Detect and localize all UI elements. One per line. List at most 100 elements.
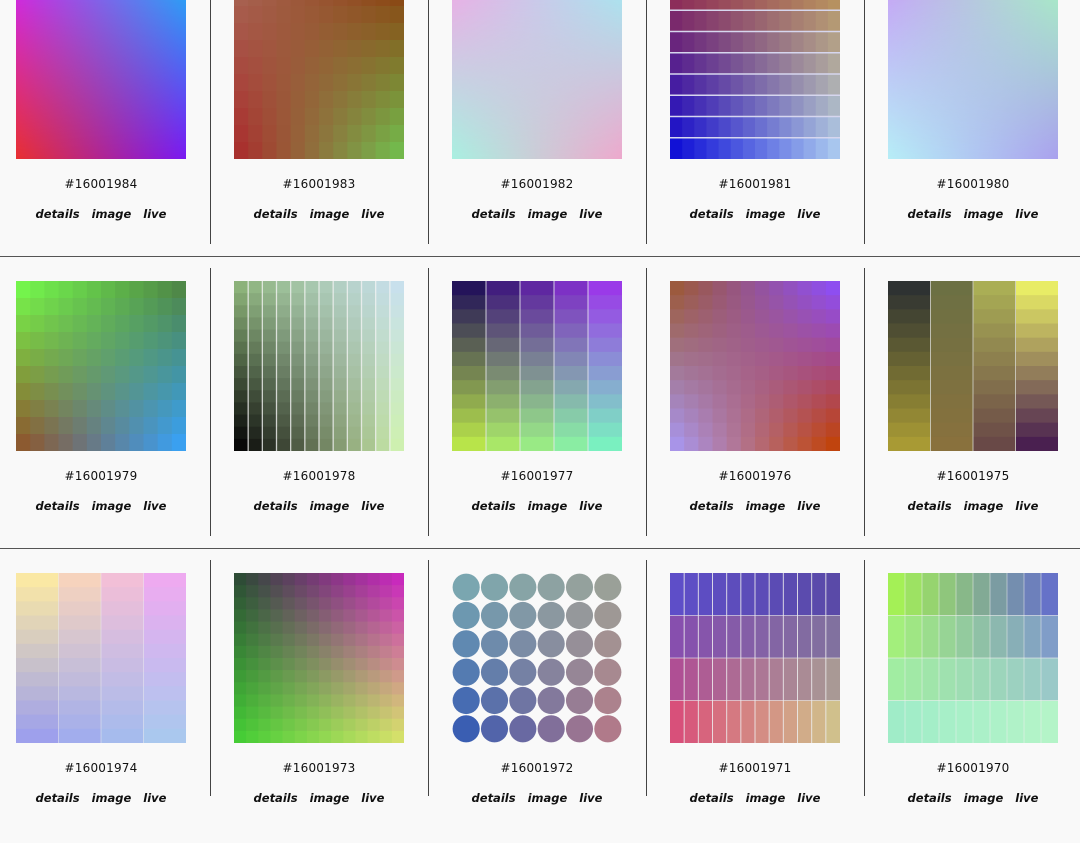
color-cell	[767, 74, 780, 96]
color-cell	[755, 337, 770, 353]
details-link[interactable]: details	[690, 207, 734, 221]
color-cell	[375, 40, 391, 58]
live-link[interactable]: live	[361, 207, 384, 221]
artwork-thumbnail[interactable]	[234, 281, 404, 451]
image-link[interactable]: image	[528, 791, 568, 805]
live-link[interactable]: live	[797, 791, 820, 805]
artwork-thumbnail[interactable]	[234, 0, 404, 159]
color-cell	[712, 573, 728, 617]
live-link[interactable]: live	[361, 499, 384, 513]
color-cell	[670, 573, 685, 617]
color-cell	[290, 353, 306, 367]
live-link[interactable]: live	[1015, 791, 1038, 805]
color-cell	[361, 353, 377, 367]
gallery-card: #16001971 details image live	[654, 573, 872, 843]
details-link[interactable]: details	[908, 207, 952, 221]
image-link[interactable]: image	[528, 499, 568, 513]
color-cell	[294, 633, 308, 647]
image-link[interactable]: image	[92, 207, 132, 221]
image-link[interactable]: image	[964, 791, 1004, 805]
color-cell	[827, 95, 840, 118]
color-cell	[290, 305, 306, 319]
details-link[interactable]: details	[472, 791, 516, 805]
color-cell	[797, 295, 813, 310]
image-link[interactable]: image	[746, 791, 786, 805]
artwork-thumbnail[interactable]	[16, 573, 186, 743]
artwork-thumbnail[interactable]	[234, 573, 404, 743]
color-cell	[740, 394, 756, 410]
live-link[interactable]: live	[579, 207, 602, 221]
details-link[interactable]: details	[908, 499, 952, 513]
image-link[interactable]: image	[310, 791, 350, 805]
live-link[interactable]: live	[579, 499, 602, 513]
artwork-thumbnail[interactable]	[888, 0, 1058, 159]
artwork-thumbnail[interactable]	[888, 573, 1058, 743]
color-cell	[101, 366, 116, 384]
color-cell	[939, 658, 957, 702]
image-link[interactable]: image	[964, 499, 1004, 513]
live-link[interactable]: live	[361, 791, 384, 805]
color-cell	[246, 633, 259, 647]
color-cell	[276, 125, 292, 143]
color-cell	[767, 0, 780, 11]
color-cell	[367, 609, 381, 623]
live-link[interactable]: live	[579, 791, 602, 805]
color-dot	[537, 601, 565, 630]
details-link[interactable]: details	[254, 791, 298, 805]
image-link[interactable]: image	[528, 207, 568, 221]
artwork-thumbnail[interactable]	[452, 0, 622, 159]
details-link[interactable]: details	[472, 207, 516, 221]
color-cell	[718, 74, 732, 96]
color-cell	[276, 57, 292, 75]
image-link[interactable]: image	[746, 499, 786, 513]
color-cell	[888, 295, 932, 310]
color-cell	[143, 672, 186, 687]
color-cell	[930, 337, 974, 353]
color-cell	[276, 74, 292, 92]
color-cell	[270, 597, 284, 611]
image-link[interactable]: image	[964, 207, 1004, 221]
color-cell	[276, 438, 292, 451]
live-link[interactable]: live	[143, 791, 166, 805]
details-link[interactable]: details	[36, 791, 80, 805]
color-cell	[248, 74, 263, 92]
live-link[interactable]: live	[143, 207, 166, 221]
image-link[interactable]: image	[746, 207, 786, 221]
color-cell	[811, 366, 827, 381]
artwork-thumbnail[interactable]	[670, 573, 840, 743]
artwork-thumbnail[interactable]	[670, 0, 840, 159]
details-link[interactable]: details	[472, 499, 516, 513]
image-link[interactable]: image	[310, 207, 350, 221]
color-cell	[730, 0, 744, 11]
details-link[interactable]: details	[690, 499, 734, 513]
color-cell	[331, 658, 344, 671]
details-link[interactable]: details	[36, 499, 80, 513]
color-cell	[361, 91, 377, 109]
details-link[interactable]: details	[908, 791, 952, 805]
color-cell	[171, 383, 186, 401]
artwork-thumbnail[interactable]	[452, 573, 622, 743]
color-cell	[791, 31, 805, 54]
artwork-thumbnail[interactable]	[452, 281, 622, 451]
details-link[interactable]: details	[690, 791, 734, 805]
color-cell	[375, 426, 391, 440]
image-link[interactable]: image	[310, 499, 350, 513]
details-link[interactable]: details	[254, 499, 298, 513]
live-link[interactable]: live	[797, 207, 820, 221]
details-link[interactable]: details	[36, 207, 80, 221]
live-link[interactable]: live	[143, 499, 166, 513]
color-cell	[276, 317, 292, 331]
artwork-thumbnail[interactable]	[888, 281, 1058, 451]
live-link[interactable]: live	[797, 499, 820, 513]
live-link[interactable]: live	[1015, 207, 1038, 221]
color-cell	[304, 293, 320, 306]
details-link[interactable]: details	[254, 207, 298, 221]
artwork-thumbnail[interactable]	[16, 0, 186, 159]
image-link[interactable]: image	[92, 499, 132, 513]
artwork-thumbnail[interactable]	[16, 281, 186, 451]
artwork-thumbnail[interactable]	[670, 281, 840, 451]
color-cell	[740, 615, 756, 659]
image-link[interactable]: image	[92, 791, 132, 805]
live-link[interactable]: live	[1015, 499, 1038, 513]
color-cell	[304, 0, 320, 7]
